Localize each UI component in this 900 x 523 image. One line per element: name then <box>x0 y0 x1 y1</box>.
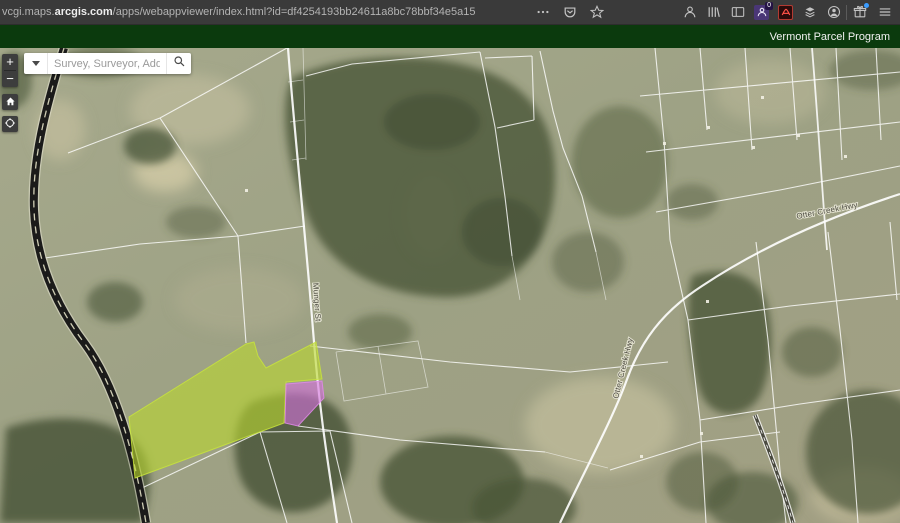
extension-icons: 0 <box>682 1 841 20</box>
url-bar[interactable]: vcgi.maps.arcgis.com/apps/webappviewer/i… <box>2 5 682 20</box>
zoom-control: + − <box>2 54 18 87</box>
search-source-dropdown[interactable] <box>24 53 48 74</box>
layers-icon[interactable] <box>802 5 817 20</box>
hamburger-menu-icon[interactable] <box>877 5 892 20</box>
dropdown-caret-icon <box>31 61 40 66</box>
url-path: /apps/webappviewer/index.html?id=df42541… <box>112 6 476 18</box>
notification-dot <box>864 2 869 8</box>
profile-badge-icon[interactable]: 0 <box>754 1 773 20</box>
browser-toolbar: vcgi.maps.arcgis.com/apps/webappviewer/i… <box>0 0 900 25</box>
home-button[interactable] <box>2 94 18 110</box>
zoom-in-button[interactable]: + <box>2 54 18 70</box>
account-icon[interactable] <box>826 5 841 20</box>
url-text[interactable]: vcgi.maps.arcgis.com/apps/webappviewer/i… <box>2 6 475 18</box>
app-title: Vermont Parcel Program <box>769 30 890 43</box>
whats-new-gift-icon[interactable] <box>852 2 869 20</box>
map-container: Munger St Otter Creek Hwy Otter Creek Hw… <box>0 48 900 523</box>
home-icon <box>5 95 16 110</box>
search-input[interactable] <box>48 53 166 74</box>
locate-button[interactable] <box>2 116 18 132</box>
search-magnifier-icon <box>173 55 186 73</box>
menu-icons <box>852 2 892 20</box>
url-domain: arcgis.com <box>54 6 113 18</box>
zoom-out-button[interactable]: − <box>2 71 18 87</box>
pocket-icon[interactable] <box>562 5 577 20</box>
url-prefix: vcgi.maps. <box>2 6 55 18</box>
adobe-pdf-icon[interactable] <box>778 4 793 20</box>
sidebar-icon[interactable] <box>730 5 745 20</box>
map-canvas[interactable]: Munger St Otter Creek Hwy Otter Creek Hw… <box>0 48 900 523</box>
search-widget <box>24 53 191 74</box>
locate-icon <box>4 117 16 132</box>
page-actions <box>535 5 604 20</box>
more-options-icon[interactable] <box>535 5 550 20</box>
library-icon[interactable] <box>706 5 721 20</box>
bookmark-star-icon[interactable] <box>589 5 604 20</box>
extension-badge: 0 <box>765 1 773 10</box>
person-icon[interactable] <box>682 5 697 20</box>
app-header: Vermont Parcel Program <box>0 25 900 48</box>
search-button[interactable] <box>166 53 191 74</box>
toolbar-divider <box>846 4 847 20</box>
